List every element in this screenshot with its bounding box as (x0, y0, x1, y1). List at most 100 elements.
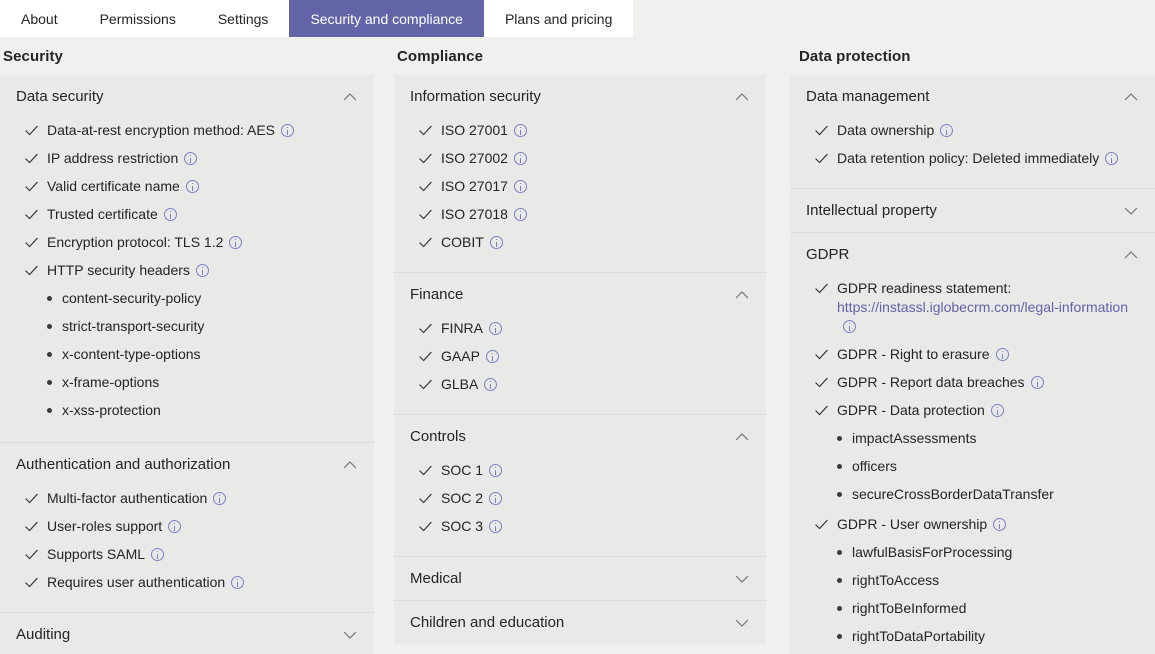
column-compliance: Compliance Information security ISO 27001 I… (394, 48, 766, 654)
info-icon[interactable] (231, 576, 245, 589)
feature-item: SOC 2 (410, 486, 750, 514)
subitem-label: x-frame-options (62, 374, 160, 390)
info-icon[interactable] (185, 180, 199, 193)
check-icon (25, 205, 39, 224)
feature-label-text: SOC 2 (441, 490, 484, 506)
feature-item: Trusted certificate (16, 202, 358, 230)
feature-item: COBIT (410, 230, 750, 258)
chevron-down-icon[interactable] (734, 615, 750, 631)
feature-label-text: Supports SAML (47, 546, 146, 562)
section-header[interactable]: Intellectual property (790, 189, 1155, 232)
info-icon[interactable] (168, 520, 182, 533)
info-icon[interactable] (513, 124, 527, 137)
info-icon[interactable] (940, 124, 954, 137)
chevron-up-icon[interactable] (1123, 89, 1139, 105)
section-header[interactable]: Children and education (394, 601, 766, 644)
tab-permissions[interactable]: Permissions (78, 0, 197, 37)
info-icon[interactable] (489, 236, 503, 249)
info-icon[interactable] (513, 152, 527, 165)
external-link[interactable]: https://instassl.iglobecrm.com/legal-inf… (837, 299, 1128, 315)
info-icon[interactable] (229, 236, 243, 249)
info-icon[interactable] (281, 124, 294, 137)
feature-label-text: Requires user authentication (47, 574, 226, 590)
check-icon (25, 233, 39, 252)
info-icon[interactable] (489, 492, 503, 505)
chevron-up-icon[interactable] (1123, 247, 1139, 263)
feature-label-text: HTTP security headers (47, 262, 190, 278)
tab-plans-and-pricing[interactable]: Plans and pricing (483, 0, 634, 37)
chevron-down-icon[interactable] (734, 571, 750, 587)
info-icon[interactable] (489, 464, 503, 477)
check-icon (815, 373, 829, 392)
check-icon (25, 489, 39, 508)
feature-label-text: ISO 27017 (441, 178, 508, 194)
check-icon (419, 489, 433, 508)
section-header[interactable]: Medical (394, 557, 766, 600)
section-header[interactable]: Information security (394, 75, 766, 118)
info-icon[interactable] (995, 348, 1009, 361)
feature-label: SOC 3 (441, 517, 503, 536)
info-icon[interactable] (213, 492, 227, 505)
section-header[interactable]: Data security (0, 75, 374, 118)
bullet-icon (837, 606, 842, 611)
feature-label: Multi-factor authentication (47, 489, 227, 508)
list-item: x-frame-options (16, 370, 358, 398)
feature-label-text: Encryption protocol: TLS 1.2 (47, 234, 224, 250)
chevron-up-icon[interactable] (342, 89, 358, 105)
bullet-icon (837, 550, 842, 555)
section-header[interactable]: Controls (394, 415, 766, 458)
info-icon[interactable] (990, 404, 1004, 417)
list-item: rightToAccess (806, 568, 1139, 596)
info-icon[interactable] (489, 322, 502, 335)
info-icon[interactable] (184, 152, 198, 165)
check-icon (25, 517, 39, 536)
section-body: Data ownership Data retention policy: Del… (790, 118, 1155, 188)
feature-item: GDPR readiness statement: https://instas… (806, 276, 1139, 342)
check-icon (419, 233, 433, 252)
info-icon[interactable] (1030, 376, 1044, 389)
tab-settings[interactable]: Settings (196, 0, 290, 37)
info-icon[interactable] (513, 208, 527, 221)
feature-label: ISO 27001 (441, 121, 527, 140)
check-icon (25, 545, 39, 564)
tab-security-and-compliance[interactable]: Security and compliance (289, 0, 484, 37)
info-icon[interactable] (484, 378, 498, 391)
tab-about[interactable]: About (0, 0, 79, 37)
info-icon[interactable] (843, 320, 856, 333)
info-icon[interactable] (195, 264, 209, 277)
section-header[interactable]: Authentication and authorization (0, 443, 374, 486)
check-icon (419, 149, 433, 168)
feature-label-text: GDPR readiness statement: (837, 280, 1012, 296)
info-icon[interactable] (485, 350, 499, 363)
feature-label: GLBA (441, 375, 498, 394)
chevron-up-icon[interactable] (734, 287, 750, 303)
info-icon[interactable] (993, 518, 1007, 531)
chevron-up-icon[interactable] (734, 89, 750, 105)
feature-label: FINRA (441, 319, 502, 338)
section-data-security: Data security Data-at-rest encryption met… (0, 75, 374, 442)
list-item: x-xss-protection (16, 398, 358, 426)
feature-label: COBIT (441, 233, 503, 252)
info-icon[interactable] (513, 180, 527, 193)
feature-item: GAAP (410, 344, 750, 372)
feature-subitem-list: impactAssessments officers secureCrossBord… (806, 426, 1139, 510)
chevron-down-icon[interactable] (1123, 203, 1139, 219)
section-header[interactable]: GDPR (790, 233, 1155, 276)
info-icon[interactable] (163, 208, 177, 221)
feature-label-text: Data-at-rest encryption method: AES (47, 122, 275, 138)
feature-label-text: GDPR - Data protection (837, 402, 985, 418)
info-icon[interactable] (1105, 152, 1119, 165)
info-icon[interactable] (151, 548, 165, 561)
info-icon[interactable] (489, 520, 503, 533)
chevron-up-icon[interactable] (342, 457, 358, 473)
feature-item: User-roles support (16, 514, 358, 542)
feature-label: Data-at-rest encryption method: AES (47, 121, 294, 140)
section-header[interactable]: Auditing (0, 613, 374, 654)
chevron-down-icon[interactable] (342, 627, 358, 643)
feature-label-text: SOC 1 (441, 462, 484, 478)
chevron-up-icon[interactable] (734, 429, 750, 445)
section-header[interactable]: Finance (394, 273, 766, 316)
feature-label: HTTP security headers (47, 261, 209, 280)
section-title: Auditing (16, 626, 71, 643)
section-header[interactable]: Data management (790, 75, 1155, 118)
